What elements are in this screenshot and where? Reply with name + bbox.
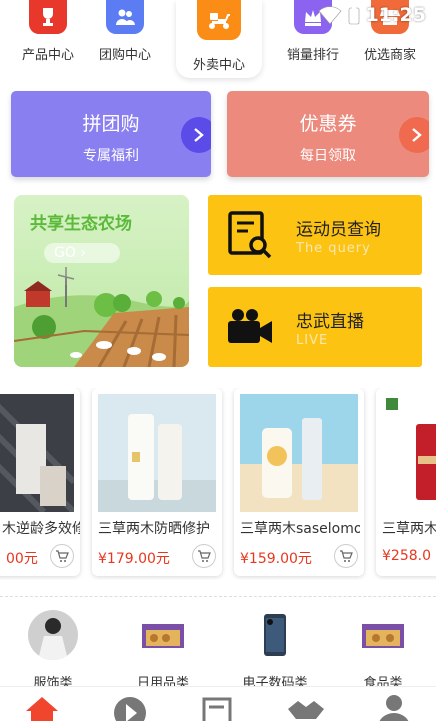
user-icon[interactable] — [374, 693, 414, 721]
product-name: 三草两木saselomo — [240, 521, 360, 537]
status-bar: 11:25 — [318, 4, 426, 26]
category-image — [250, 610, 300, 660]
product-image — [240, 394, 358, 512]
chevron-right-icon[interactable] — [181, 117, 211, 153]
nav-item-product-center[interactable]: 产品中心 — [12, 0, 84, 63]
live-stream-card[interactable]: 忠武直播 LIVE — [208, 287, 422, 367]
cart-icon[interactable] — [50, 544, 74, 568]
product-price: ¥258.0 — [382, 548, 431, 564]
nav-item-takeaway-center[interactable]: 外卖中心 — [176, 0, 262, 78]
nav-item-label: 销量排行 — [286, 48, 339, 63]
category-row: 服饰类 日用品类 电子数码类 食品类 — [0, 610, 436, 691]
group-buy-promo-card[interactable]: 拼团购 专属福利 — [11, 91, 211, 177]
play-icon[interactable] — [110, 693, 150, 721]
scooter-icon — [197, 0, 241, 40]
product-card[interactable]: 三草两木 ¥258.0 — [376, 388, 436, 576]
battery-icon — [348, 5, 359, 25]
promo-subtitle: 专属福利 — [83, 148, 139, 164]
wifi-icon — [318, 6, 341, 25]
category-electronics[interactable]: 电子数码类 — [230, 610, 320, 691]
product-price: ¥179.00元 — [98, 551, 170, 567]
status-time: 11:25 — [365, 4, 426, 26]
product-card[interactable]: 三草两木saselomo ¥159.00元 — [234, 388, 364, 576]
nav-item-label: 外卖中心 — [192, 58, 245, 73]
bottom-tab-bar — [0, 686, 436, 721]
handshake-icon[interactable] — [286, 693, 326, 721]
product-image — [0, 394, 77, 515]
product-carousel[interactable]: 木逆龄多效修护 00元 三草两木防晒修护 ¥179.00元 三草两木saselo… — [0, 388, 436, 580]
promo-subtitle: 每日领取 — [300, 148, 356, 164]
document-icon[interactable] — [198, 693, 238, 721]
product-image — [382, 394, 436, 512]
coupon-promo-card[interactable]: 优惠券 每日领取 — [227, 91, 429, 177]
section-divider — [0, 596, 436, 597]
nav-item-label: 团购中心 — [98, 48, 151, 63]
product-image — [98, 394, 216, 512]
service-title: 运动员查询 — [296, 220, 381, 240]
cart-icon[interactable] — [192, 544, 216, 568]
video-camera-icon — [224, 301, 276, 353]
category-daily-goods[interactable]: 日用品类 — [118, 610, 208, 691]
product-name: 木逆龄多效修护 — [2, 521, 80, 537]
eco-farm-card[interactable]: 共享生态农场 GO › — [14, 195, 189, 367]
document-search-icon — [224, 209, 276, 261]
nav-item-group-buy-center[interactable]: 团购中心 — [89, 0, 161, 63]
product-name: 三草两木防晒修护 — [98, 521, 210, 537]
service-subtitle: The query — [296, 241, 371, 256]
service-subtitle: LIVE — [296, 333, 329, 348]
category-food[interactable]: 食品类 — [338, 610, 428, 691]
nav-item-label: 优选商家 — [363, 48, 416, 63]
product-name: 三草两木 — [382, 521, 436, 537]
chevron-right-icon[interactable] — [399, 117, 429, 153]
category-image — [138, 610, 188, 660]
product-price: ¥159.00元 — [240, 551, 312, 567]
category-clothing[interactable]: 服饰类 — [8, 610, 98, 691]
home-icon[interactable] — [22, 693, 62, 721]
category-image — [28, 610, 78, 660]
athlete-query-card[interactable]: 运动员查询 The query — [208, 195, 422, 275]
trophy-icon — [29, 0, 67, 34]
category-image — [358, 610, 408, 660]
service-title: 忠武直播 — [296, 312, 364, 332]
cart-icon[interactable] — [334, 544, 358, 568]
product-price: 00元 — [6, 551, 38, 567]
nav-item-label: 产品中心 — [21, 48, 74, 63]
group-icon — [106, 0, 144, 34]
farm-illustration — [14, 267, 189, 367]
product-card[interactable]: 三草两木防晒修护 ¥179.00元 — [92, 388, 222, 576]
product-card[interactable]: 木逆龄多效修护 00元 — [0, 388, 80, 576]
